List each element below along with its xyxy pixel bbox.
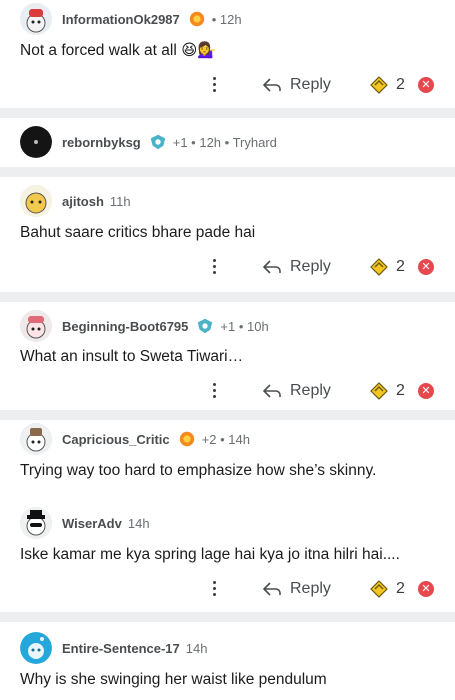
avatar[interactable] — [20, 310, 52, 342]
close-icon[interactable]: ✕ — [418, 581, 434, 597]
flair-icon — [179, 431, 194, 447]
comment-meta: +2 • 14h — [201, 431, 250, 447]
reply-arrow-icon — [262, 582, 281, 596]
comment-body: What an insult to Sweta Tiwari… — [20, 348, 244, 365]
comment-body: Why is she swinging her waist like pendu… — [20, 671, 327, 688]
award-count: 2 — [396, 76, 405, 93]
comment-meta: • 12h — [211, 11, 242, 27]
award-count: 2 — [396, 580, 405, 597]
reply-label: Reply — [290, 580, 331, 597]
avatar[interactable] — [20, 423, 52, 455]
comment-meta: 14h — [185, 640, 208, 656]
comment-meta: +1 • 10h — [220, 318, 269, 334]
comment-body: Bahut saare critics bhare pade hai — [20, 224, 256, 241]
reply-button[interactable]: Reply — [262, 254, 331, 280]
close-icon[interactable]: ✕ — [418, 383, 434, 399]
username[interactable]: Beginning-Boot6795 — [62, 319, 188, 334]
username[interactable]: Entire-Sentence-17 — [62, 641, 180, 656]
close-icon[interactable]: ✕ — [418, 77, 434, 93]
username[interactable]: WiserAdv — [62, 516, 122, 531]
comment-actions: Reply 2 ✕ — [0, 68, 455, 102]
comment-header: Beginning-Boot6795 +1 • 10h — [20, 309, 269, 343]
avatar[interactable] — [20, 632, 52, 664]
award-count: 2 — [396, 382, 405, 399]
award-icon[interactable] — [368, 578, 390, 600]
flair-icon — [150, 134, 165, 150]
reply-label: Reply — [290, 382, 331, 399]
more-options-icon[interactable] — [208, 256, 220, 278]
comment-meta: +1 • 12h • Tryhard — [172, 134, 277, 150]
separator — [0, 167, 455, 177]
comment-header: Entire-Sentence-17 14h — [20, 631, 207, 665]
separator — [0, 108, 455, 118]
username[interactable]: InformationOk2987 — [62, 12, 180, 27]
comment-header: ajitosh 11h — [20, 184, 131, 218]
reply-button[interactable]: Reply — [262, 576, 331, 602]
comment-header: WiserAdv 14h — [20, 506, 150, 540]
comment-actions: Reply 2 ✕ — [0, 572, 455, 606]
comment-meta: 11h — [109, 193, 131, 209]
flair-icon — [189, 11, 204, 27]
username[interactable]: ajitosh — [62, 194, 104, 209]
comment-header: Capricious_Critic +2 • 14h — [20, 422, 250, 456]
reply-arrow-icon — [262, 260, 281, 274]
reply-button[interactable]: Reply — [262, 72, 331, 98]
avatar[interactable] — [20, 3, 52, 35]
more-options-icon[interactable] — [208, 74, 220, 96]
reply-label: Reply — [290, 258, 331, 275]
separator — [0, 292, 455, 302]
award-icon[interactable] — [368, 74, 390, 96]
award-icon[interactable] — [368, 256, 390, 278]
more-options-icon[interactable] — [208, 578, 220, 600]
comment-actions: Reply 2 ✕ — [0, 250, 455, 284]
award-icon[interactable] — [368, 380, 390, 402]
reply-arrow-icon — [262, 78, 281, 92]
reply-label: Reply — [290, 76, 331, 93]
comment-actions: Reply 2 ✕ — [0, 374, 455, 408]
close-icon[interactable]: ✕ — [418, 259, 434, 275]
comment-header: InformationOk2987 • 12h — [20, 2, 242, 36]
username[interactable]: Capricious_Critic — [62, 432, 170, 447]
flair-icon — [198, 318, 213, 334]
separator — [0, 410, 455, 420]
comment-body: Not a forced walk at all 😆💁‍♀️ — [20, 42, 217, 59]
comment-meta: 14h — [127, 515, 150, 531]
avatar[interactable] — [20, 507, 52, 539]
username[interactable]: rebornbyksg — [62, 135, 141, 150]
reply-arrow-icon — [262, 384, 281, 398]
comment-body: Trying way too hard to emphasize how she… — [20, 462, 377, 479]
avatar[interactable] — [20, 126, 52, 158]
avatar[interactable] — [20, 185, 52, 217]
comment-body: Iske kamar me kya spring lage hai kya jo… — [20, 546, 400, 563]
reply-button[interactable]: Reply — [262, 378, 331, 404]
more-options-icon[interactable] — [208, 380, 220, 402]
award-count: 2 — [396, 258, 405, 275]
separator — [0, 612, 455, 622]
comment-header: rebornbyksg +1 • 12h • Tryhard — [20, 125, 277, 159]
